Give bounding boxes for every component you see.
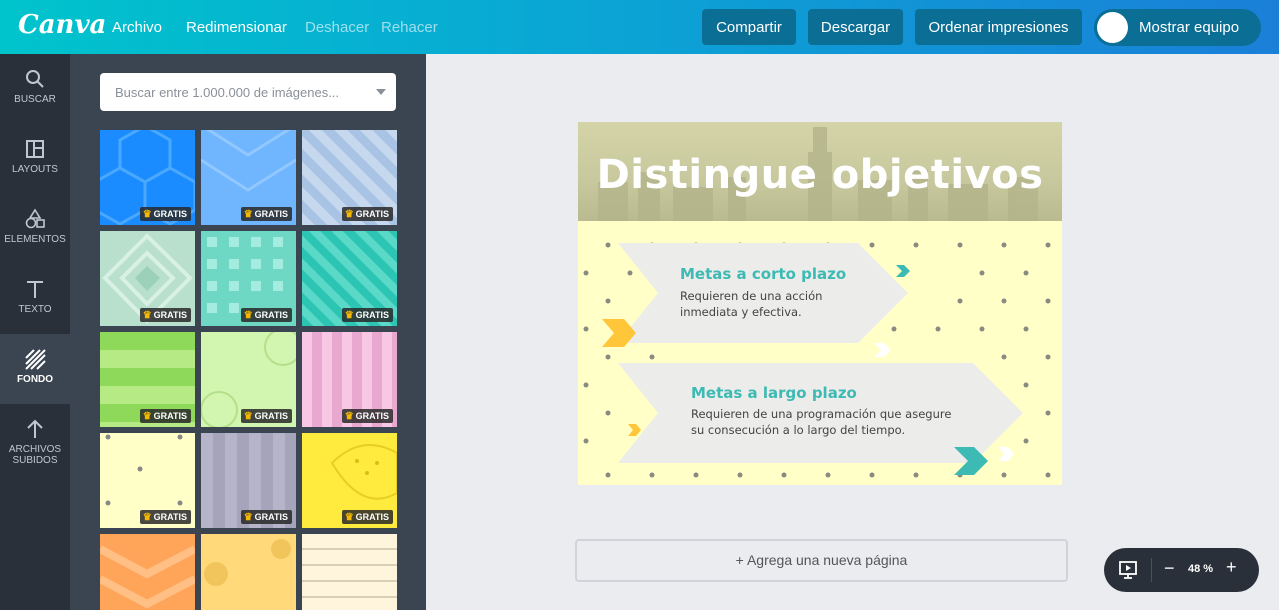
background-tile[interactable]: ♛ GRATIS [201, 433, 296, 528]
crown-icon: ♛ [344, 309, 354, 321]
free-badge: ♛ GRATIS [139, 409, 191, 423]
dots-pattern [204, 539, 291, 586]
chevron-pattern [100, 545, 195, 609]
goal-short-text[interactable]: Requieren de una acción inmediata y efec… [680, 288, 822, 320]
rail-label: BUSCAR [14, 94, 56, 105]
order-prints-button[interactable]: Ordenar impresiones [915, 9, 1082, 45]
top-bar: Canva Archivo Redimensionar Deshacer Reh… [0, 0, 1279, 54]
crown-icon: ♛ [344, 208, 354, 220]
background-tile[interactable]: ♛ GRATIS [100, 332, 195, 427]
background-tile[interactable] [201, 534, 296, 610]
upload-icon [27, 419, 43, 438]
image-search-input[interactable]: Buscar entre 1.000.000 de imágenes... [100, 73, 396, 111]
background-tile[interactable]: ♛ GRATIS [201, 130, 296, 225]
crown-icon: ♛ [142, 309, 152, 321]
crown-icon: ♛ [243, 410, 253, 422]
download-button[interactable]: Descargar [808, 9, 903, 45]
rail-label: TEXTO [18, 304, 52, 315]
menu-rehacer[interactable]: Rehacer [381, 19, 438, 36]
background-tile[interactable]: ♛ GRATIS [100, 231, 195, 326]
background-tile[interactable]: ♛ GRATIS [100, 433, 195, 528]
text-icon [27, 281, 43, 298]
menu-deshacer[interactable]: Deshacer [305, 19, 369, 36]
search-placeholder: Buscar entre 1.000.000 de imágenes... [115, 85, 340, 100]
menu-archivo[interactable]: Archivo [112, 19, 162, 36]
rail-label: ELEMENTOS [4, 234, 66, 245]
free-badge: ♛ GRATIS [240, 207, 292, 221]
free-badge: ♛ GRATIS [139, 207, 191, 221]
rail-label: FONDO [16, 374, 54, 385]
canvas-area: Distingue objetivos Metas a corto plazo … [426, 54, 1279, 610]
free-badge: ♛ GRATIS [240, 308, 292, 322]
background-tile[interactable]: ♛ GRATIS [100, 130, 195, 225]
chevron-down-icon[interactable] [376, 89, 386, 95]
rail-item-layouts[interactable]: LAYOUTS [0, 124, 70, 194]
crown-icon: ♛ [142, 410, 152, 422]
background-tile[interactable]: ♛ GRATIS [201, 231, 296, 326]
backgrounds-panel: Buscar entre 1.000.000 de imágenes... ♛ G… [70, 54, 426, 610]
rail-item-fondo[interactable]: FONDO [0, 334, 70, 404]
rail-item-buscar[interactable]: BUSCAR [0, 54, 70, 124]
layouts-icon [26, 140, 44, 158]
shapes-icon [25, 208, 45, 229]
zoom-out-button[interactable]: − [1164, 558, 1175, 579]
background-tile[interactable]: ♛ GRATIS [302, 332, 397, 427]
rail-item-archivos-subidos[interactable]: ARCHIVOS SUBIDOS [0, 404, 70, 484]
crown-icon: ♛ [243, 511, 253, 523]
goal-short-title[interactable]: Metas a corto plazo [680, 265, 846, 283]
menu-redimensionar[interactable]: Redimensionar [186, 19, 287, 36]
design-page[interactable]: Distingue objetivos Metas a corto plazo … [578, 122, 1062, 485]
show-team-button[interactable]: Mostrar equipo [1094, 9, 1261, 46]
crown-icon: ♛ [142, 511, 152, 523]
background-icon [25, 349, 46, 370]
background-tile[interactable]: ♛ GRATIS [302, 130, 397, 225]
rail-label: ARCHIVOS [8, 444, 62, 455]
crown-icon: ♛ [142, 208, 152, 220]
goal-long-text[interactable]: Requieren de una programación que asegur… [691, 406, 951, 438]
free-badge: ♛ GRATIS [341, 308, 393, 322]
zoom-in-button[interactable]: + [1226, 557, 1237, 578]
crown-icon: ♛ [344, 511, 354, 523]
free-badge: ♛ GRATIS [139, 510, 191, 524]
crown-icon: ♛ [344, 410, 354, 422]
goal-long-title[interactable]: Metas a largo plazo [691, 384, 857, 402]
background-tile[interactable]: ♛ GRATIS [302, 433, 397, 528]
background-tile[interactable] [302, 534, 397, 610]
free-badge: ♛ GRATIS [341, 510, 393, 524]
background-tile[interactable] [100, 534, 195, 610]
share-button[interactable]: Compartir [702, 9, 796, 45]
rail-label: LAYOUTS [12, 164, 58, 175]
free-badge: ♛ GRATIS [240, 409, 292, 423]
rail-item-elementos[interactable]: ELEMENTOS [0, 194, 70, 264]
free-badge: ♛ GRATIS [139, 308, 191, 322]
zoom-level: 48 % [1188, 563, 1214, 575]
zoom-controls: − 48 % + [1104, 548, 1259, 592]
free-badge: ♛ GRATIS [341, 409, 393, 423]
rail-label: SUBIDOS [12, 455, 58, 466]
avatar [1097, 12, 1128, 43]
add-page-button[interactable]: + Agrega una nueva página [575, 539, 1068, 582]
canva-logo[interactable]: Canva [18, 10, 106, 40]
crown-icon: ♛ [243, 208, 253, 220]
side-rail: BUSCAR LAYOUTS ELEMENTOS TEXTO FONDO ARC… [0, 54, 70, 610]
crown-icon: ♛ [243, 309, 253, 321]
show-team-label: Mostrar equipo [1139, 19, 1240, 36]
free-badge: ♛ GRATIS [240, 510, 292, 524]
background-tile[interactable]: ♛ GRATIS [201, 332, 296, 427]
design-graphics [583, 242, 1051, 478]
design-title[interactable]: Distingue objetivos [578, 152, 1062, 198]
search-icon [26, 70, 44, 88]
rail-item-texto[interactable]: TEXTO [0, 264, 70, 334]
presentation-icon[interactable] [1118, 560, 1138, 580]
background-tile[interactable]: ♛ GRATIS [302, 231, 397, 326]
divider [1151, 558, 1152, 582]
free-badge: ♛ GRATIS [341, 207, 393, 221]
